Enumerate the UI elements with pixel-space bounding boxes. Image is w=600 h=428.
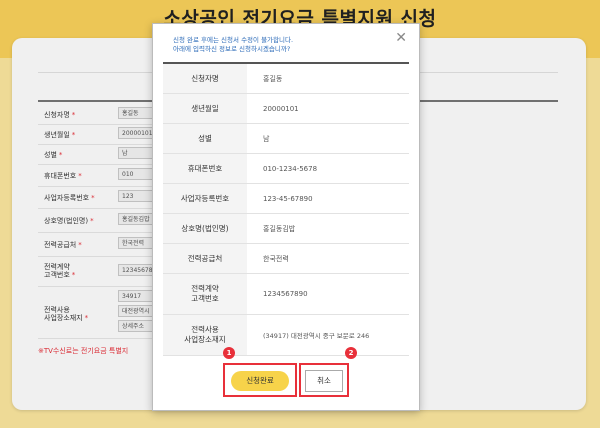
row-label: 전력사용 사업장소재지 — [163, 315, 247, 355]
row-label: 전력공급처 — [163, 244, 247, 273]
row-value: 홍길동김밥 — [263, 224, 296, 233]
confirm-modal: 신청 완료 후에는 신청서 수정이 불가합니다. 아래에 입력하신 정보로 신청… — [152, 23, 420, 411]
row-label: 상호명(법인명) — [163, 214, 247, 243]
row-value: 20000101 — [263, 104, 299, 113]
submit-highlight: 신청완료 — [223, 363, 297, 397]
table-row: 상호명(법인명) 홍길동김밥 — [163, 214, 409, 244]
modal-notice: 신청 완료 후에는 신청서 수정이 불가합니다. 아래에 입력하신 정보로 신청… — [173, 36, 393, 54]
row-label: 휴대폰번호 — [163, 154, 247, 183]
table-row: 전력공급처 한국전력 — [163, 244, 409, 274]
step-badge-1: 1 — [223, 347, 235, 359]
table-row: 성별 남 — [163, 124, 409, 154]
submit-button[interactable]: 신청완료 — [231, 371, 289, 391]
row-value: (34917) 대전광역시 중구 보문로 246 — [263, 332, 370, 340]
notice-line-2: 아래에 입력하신 정보로 신청하시겠습니까? — [173, 45, 291, 53]
notice-line-1: 신청 완료 후에는 신청서 수정이 불가합니다. — [173, 36, 294, 44]
row-value: 홍길동 — [263, 74, 283, 83]
cancel-button[interactable]: 취소 — [305, 370, 343, 392]
row-value: 1234567890 — [263, 290, 308, 298]
table-row: 신청자명 홍길동 — [163, 64, 409, 94]
row-label: 생년월일 — [163, 94, 247, 123]
table-row: 전력계약 고객번호 1234567890 — [163, 274, 409, 315]
row-label: 사업자등록번호 — [163, 184, 247, 213]
row-label: 성별 — [163, 124, 247, 153]
confirm-table: 신청자명 홍길동 생년월일 20000101 성별 남 휴대폰번호 010-12… — [163, 62, 409, 356]
table-row: 생년월일 20000101 — [163, 94, 409, 124]
table-row: 사업자등록번호 123-45-67890 — [163, 184, 409, 214]
table-row: 휴대폰번호 010-1234-5678 — [163, 154, 409, 184]
row-label: 신청자명 — [163, 64, 247, 93]
row-value: 한국전력 — [263, 254, 289, 263]
row-value: 남 — [263, 134, 270, 143]
row-label: 전력계약 고객번호 — [163, 274, 247, 314]
step-badge-2: 2 — [345, 347, 357, 359]
close-icon[interactable]: ✕ — [395, 30, 407, 46]
row-value: 010-1234-5678 — [263, 164, 318, 173]
table-row: 전력사용 사업장소재지 (34917) 대전광역시 중구 보문로 246 — [163, 315, 409, 356]
row-value: 123-45-67890 — [263, 194, 313, 203]
cancel-highlight: 취소 — [299, 363, 349, 397]
